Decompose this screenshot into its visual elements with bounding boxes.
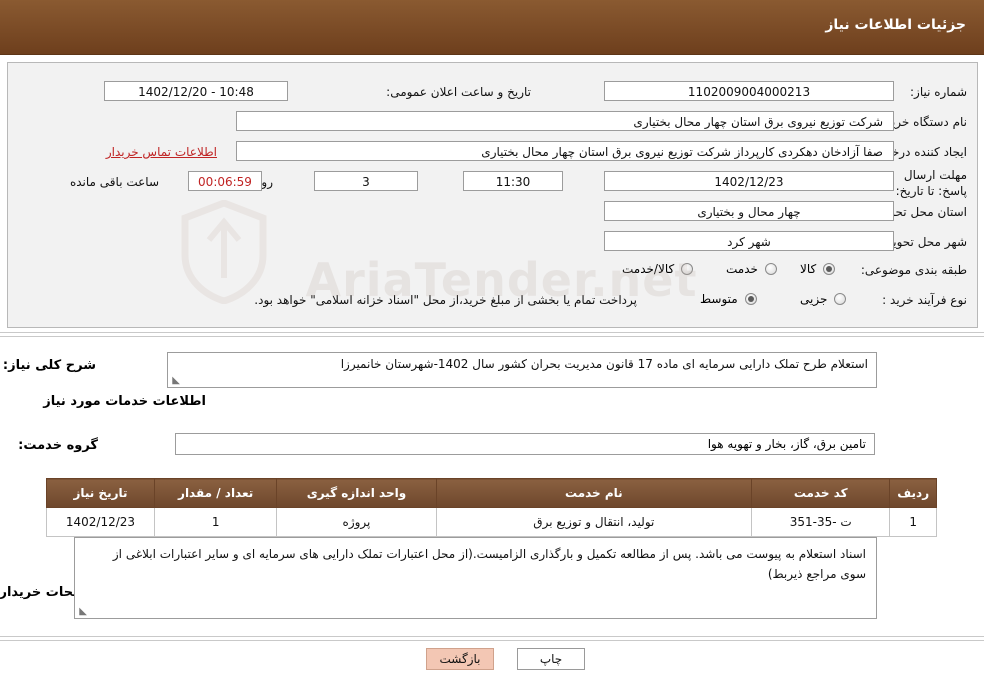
divider-top-2 [0, 336, 985, 337]
back-button[interactable]: بازگشت [427, 648, 495, 670]
service-group-value: تامین برق، گاز، بخار و تهویه هوا [176, 433, 876, 455]
service-group-label: گروه خدمت: [19, 438, 99, 453]
remaining-time-value: 00:06:59 [189, 171, 263, 191]
description-textarea[interactable]: اسناد استعلام به پیوست می باشد. پس از مط… [75, 537, 878, 619]
process-option-motavasset[interactable]: متوسط [699, 289, 758, 309]
category-option-khedmat-label: خدمت [727, 262, 759, 276]
divider-bottom-2 [0, 640, 985, 641]
col-unit: واحد اندازه گیری [277, 478, 438, 508]
summary-label: شرح کلی نیاز: [3, 358, 97, 373]
city-value: شهر کرد [605, 231, 895, 251]
deadline-date: 1402/12/23 [605, 171, 895, 191]
process-label: نوع فرآیند خرید : [883, 293, 968, 307]
process-note: پرداخت تمام یا بخشی از مبلغ خرید،از محل … [255, 293, 638, 307]
divider-bottom [0, 636, 985, 637]
need-number-label: شماره نیاز: [911, 85, 968, 99]
services-table: ردیف کد خدمت نام خدمت واحد اندازه گیری ت… [47, 478, 938, 537]
description-text: اسناد استعلام به پیوست می باشد. پس از مط… [113, 547, 867, 581]
col-code: کد خدمت [752, 478, 892, 508]
radio-category-khedmat[interactable] [765, 263, 778, 275]
col-date: تاریخ نیاز [47, 478, 156, 508]
radio-category-kala[interactable] [824, 263, 837, 275]
radio-process-motavasset[interactable] [745, 293, 758, 305]
col-name: نام خدمت [436, 478, 754, 508]
summary-text: استعلام طرح تملک دارایی سرمایه ای ماده 1… [341, 357, 869, 371]
province-value: چهار محال و بختیاری [605, 201, 895, 221]
resize-handle-icon-2[interactable]: ◣ [78, 607, 88, 617]
page-header: جزئیات اطلاعات نیاز [0, 0, 985, 55]
process-option-jozee-label: جزیی [801, 292, 829, 306]
radio-category-kala-khedmat[interactable] [682, 263, 695, 275]
cell-quantity: 1 [154, 507, 279, 537]
col-index: ردیف [890, 478, 938, 508]
cell-name: تولید، انتقال و توزیع برق [436, 507, 754, 537]
category-option-kala-label: کالا [801, 262, 818, 276]
announce-datetime-value: 10:48 - 1402/12/20 [105, 81, 289, 101]
announce-datetime-label: تاریخ و ساعت اعلان عمومی: [387, 85, 532, 99]
page-title: جزئیات اطلاعات نیاز [826, 17, 967, 33]
deadline-hour-value: 11:30 [464, 171, 564, 191]
buyer-contact-link[interactable]: اطلاعات تماس خریدار [107, 145, 218, 159]
services-section-title: اطلاعات خدمات مورد نیاز [44, 394, 207, 409]
remaining-days-value: 3 [315, 171, 419, 191]
category-label: طبقه بندی موضوعی: [861, 263, 968, 277]
category-option-kala-khedmat[interactable]: کالا/خدمت [621, 259, 695, 279]
table-header-row: ردیف کد خدمت نام خدمت واحد اندازه گیری ت… [47, 478, 938, 508]
page-root: جزئیات اطلاعات نیاز AriaTender.net شماره… [0, 0, 985, 691]
cell-unit: پروژه [277, 507, 438, 537]
deadline-label: مهلت ارسال پاسخ: تا تاریخ: [896, 168, 968, 198]
cell-date: 1402/12/23 [47, 507, 156, 537]
process-option-jozee[interactable]: جزیی [799, 289, 848, 309]
print-button[interactable]: چاپ [518, 648, 586, 670]
need-number-value: 1102009004000213 [605, 81, 895, 101]
divider-top [0, 332, 985, 333]
summary-textarea[interactable]: استعلام طرح تملک دارایی سرمایه ای ماده 1… [168, 352, 878, 388]
table-row: 1 ت -35-351 تولید، انتقال و توزیع برق پر… [47, 507, 938, 537]
category-option-khedmat[interactable]: خدمت [725, 259, 778, 279]
category-option-kala[interactable]: کالا [799, 259, 837, 279]
cell-index: 1 [890, 507, 938, 537]
requester-value: صفا آزادخان دهکردی کارپرداز شرکت توزیع ن… [237, 141, 895, 161]
radio-process-jozee[interactable] [835, 293, 848, 305]
remaining-time-suffix: ساعت باقی مانده [70, 175, 160, 189]
need-info-panel: شماره نیاز: 1102009004000213 تاریخ و ساع… [8, 62, 979, 328]
category-option-kala-khedmat-label: کالا/خدمت [623, 262, 676, 276]
buyer-org-value: شرکت توزیع نیروی برق استان چهار محال بخت… [237, 111, 895, 131]
resize-handle-icon[interactable]: ◣ [171, 376, 181, 386]
cell-code: ت -35-351 [752, 507, 892, 537]
col-quantity: تعداد / مقدار [154, 478, 279, 508]
process-option-motavasset-label: متوسط [701, 292, 739, 306]
